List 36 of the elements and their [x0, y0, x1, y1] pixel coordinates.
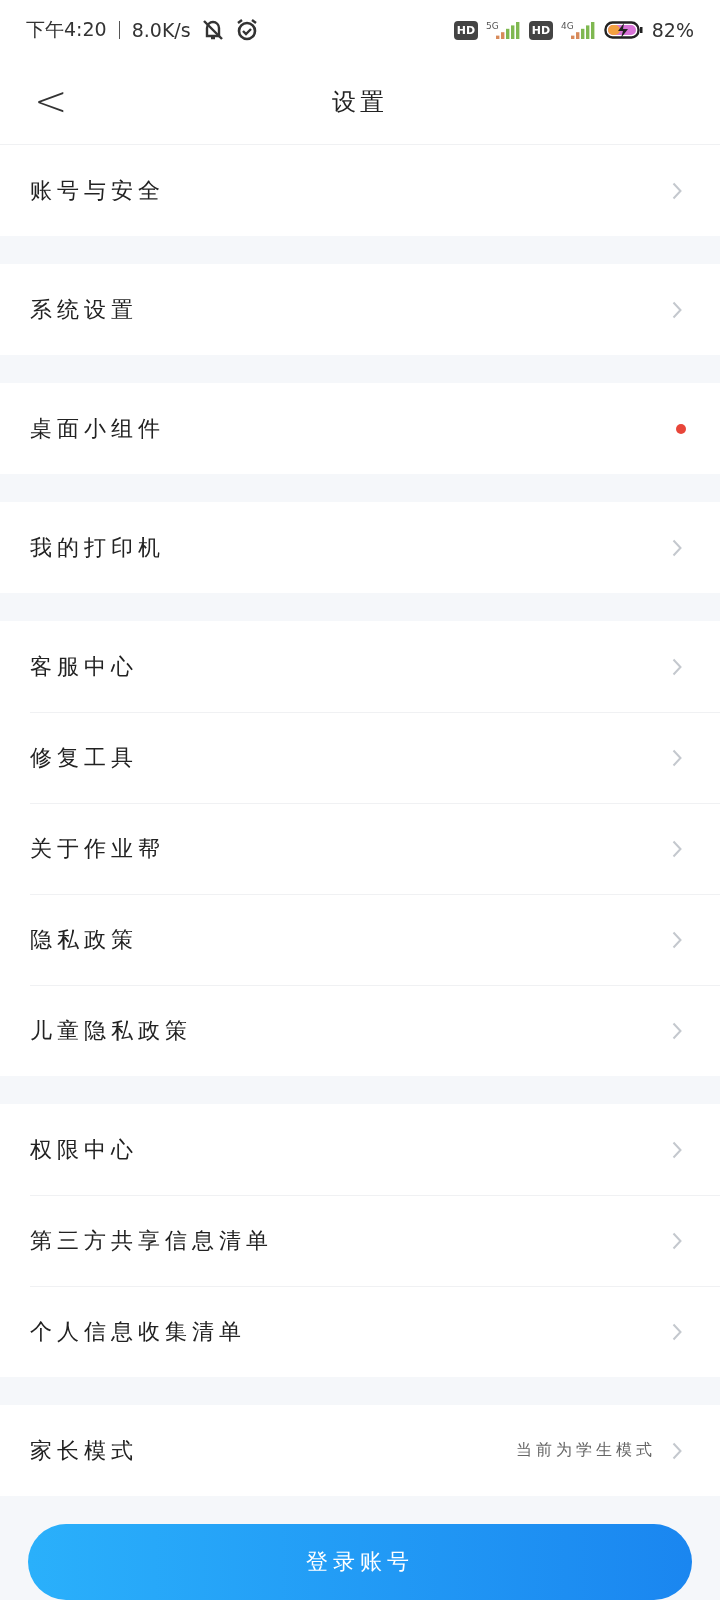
chevron-icon	[672, 1140, 682, 1159]
chevron-icon	[672, 1021, 682, 1040]
network-type: 5G	[486, 21, 499, 31]
chevron-icon	[672, 1322, 682, 1341]
chevron-icon	[672, 1231, 682, 1250]
current-mode: 当前为学生模式	[516, 1440, 656, 1461]
chevron-icon	[672, 1441, 682, 1460]
settings-item[interactable]: 账号与安全	[30, 175, 165, 206]
chevron-icon	[672, 300, 682, 319]
settings-item[interactable]: 桌面小组件	[30, 413, 165, 444]
chevron-icon	[672, 538, 682, 557]
network-type: 4G	[561, 21, 574, 31]
settings-item[interactable]: 个人信息收集清单	[30, 1316, 246, 1347]
network-speed: 8.0K/s	[131, 19, 191, 41]
hd-badge: HD	[528, 20, 554, 40]
settings-item[interactable]: 系统设置	[30, 294, 138, 325]
back-button[interactable]: <	[28, 78, 74, 124]
chevron-icon	[672, 839, 682, 858]
chevron-icon	[672, 181, 682, 200]
page-title: 设置	[332, 87, 388, 118]
settings-item[interactable]: 客服中心	[30, 651, 138, 682]
status-time: 下午4:20	[26, 17, 107, 42]
chevron-icon	[672, 748, 682, 767]
chevron-icon	[672, 930, 682, 949]
settings-item[interactable]: 家长模式	[30, 1435, 138, 1466]
settings-item[interactable]: 儿童隐私政策	[30, 1015, 192, 1046]
chevron-icon	[672, 657, 682, 676]
battery-level: 82%	[651, 19, 694, 41]
settings-item[interactable]: 隐私政策	[30, 924, 138, 955]
settings-item[interactable]: 修复工具	[30, 742, 138, 773]
settings-item[interactable]: 我的打印机	[30, 532, 165, 563]
hd-badge: HD	[453, 20, 478, 40]
settings-item[interactable]: 第三方共享信息清单	[30, 1225, 273, 1256]
settings-item[interactable]: 关于作业帮	[30, 833, 165, 864]
battery-icon	[603, 20, 644, 40]
settings-item[interactable]: 权限中心	[30, 1134, 138, 1165]
